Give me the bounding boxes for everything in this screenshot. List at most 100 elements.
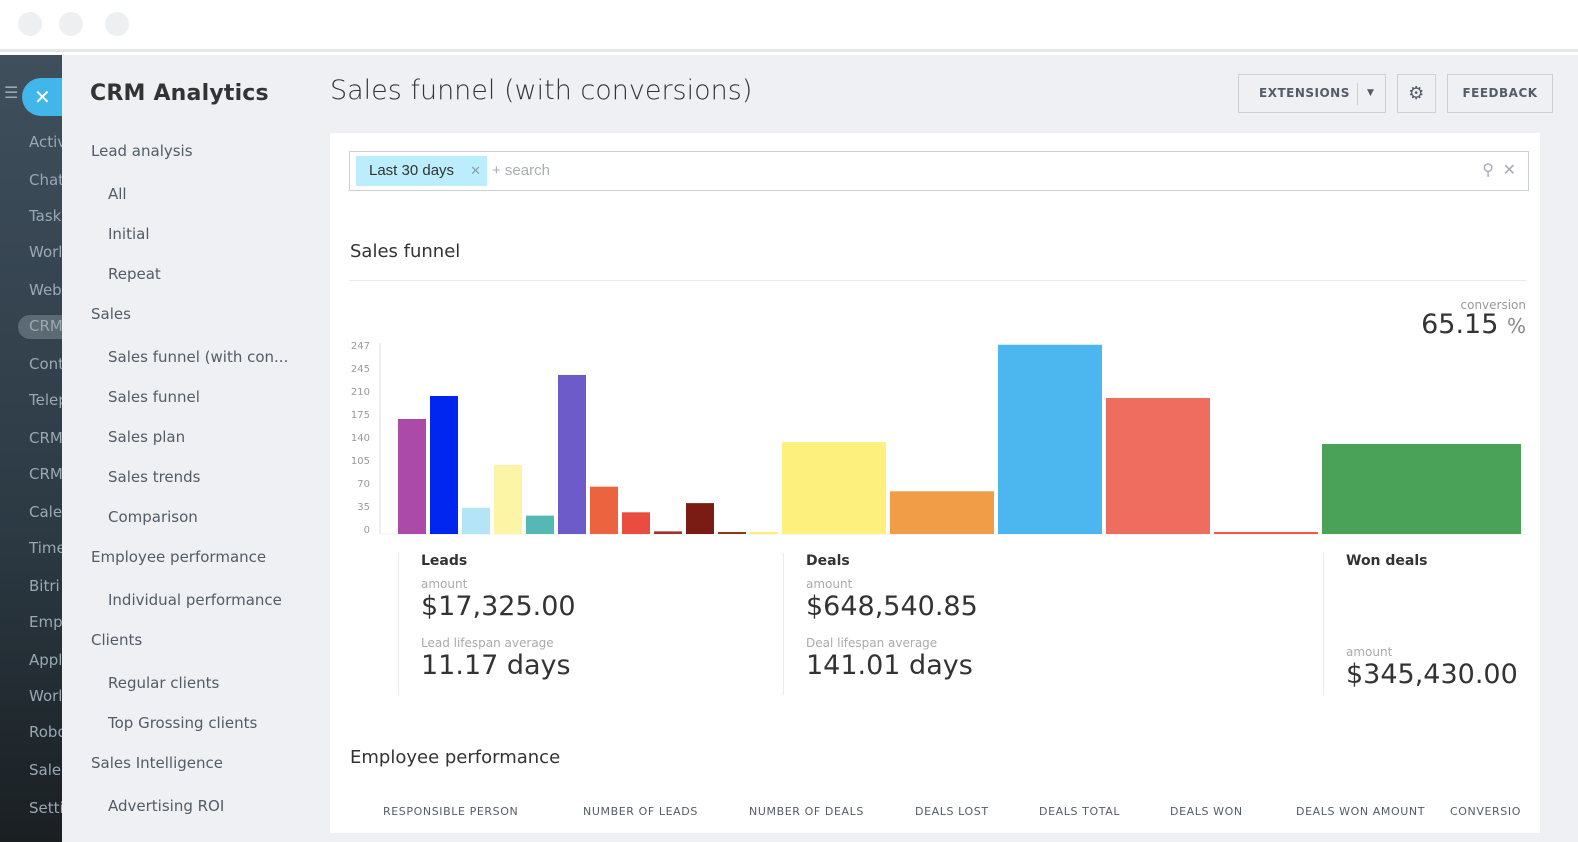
window-close-dot[interactable] [18, 12, 42, 36]
main-menu-item[interactable]: Telep [29, 391, 62, 409]
chevron-down-icon[interactable]: ▼ [1367, 75, 1374, 112]
funnel-bar[interactable] [1322, 443, 1521, 534]
column-header[interactable]: RESPONSIBLE PERSON [383, 805, 518, 818]
extensions-button[interactable]: EXTENSIONS ▼ [1238, 74, 1386, 113]
main-menu-item[interactable]: Web [29, 281, 62, 299]
main-menu-item[interactable]: Robo [29, 723, 62, 741]
y-tick-label: 175 [351, 410, 370, 421]
y-tick-label: 140 [351, 433, 370, 444]
leads-stat: Leads amount $17,325.00 Lead lifespan av… [398, 553, 576, 695]
funnel-bar[interactable] [622, 512, 650, 534]
column-header[interactable]: CONVERSIO [1450, 805, 1521, 818]
main-menu-item[interactable]: Setti [29, 799, 62, 817]
funnel-bar[interactable] [686, 503, 714, 534]
nav-group[interactable]: Lead analysis [91, 142, 193, 160]
column-header[interactable]: NUMBER OF DEALS [749, 805, 864, 818]
nav-subitem[interactable]: Comparison [108, 508, 198, 526]
feedback-button[interactable]: FEEDBACK [1447, 74, 1553, 113]
y-tick-label: 0 [364, 525, 370, 536]
nav-group[interactable]: Sales Intelligence [91, 754, 223, 772]
won-amount: $345,430.00 [1346, 659, 1518, 690]
main-content: Sales funnel (with conversions) EXTENSIO… [330, 55, 1578, 842]
main-menu-item[interactable]: Worl [29, 687, 62, 705]
nav-subitem[interactable]: Advertising ROI [108, 797, 224, 815]
funnel-bar[interactable] [890, 491, 994, 534]
funnel-bar[interactable] [494, 465, 522, 534]
leads-amount-label: amount [421, 577, 468, 591]
main-menu-item[interactable]: Cont [29, 355, 62, 373]
funnel-bar[interactable] [750, 532, 778, 534]
report-panel: Last 30 days ✕ + search ⚲ ✕ Sales funnel … [330, 133, 1540, 833]
main-menu-item[interactable]: Cale [29, 503, 62, 521]
funnel-bar[interactable] [654, 531, 682, 534]
deals-amount-label: amount [806, 577, 853, 591]
deals-amount: $648,540.85 [806, 591, 978, 622]
window-minimize-dot[interactable] [59, 12, 83, 36]
deals-stat: Deals amount $648,540.85 Deal lifespan a… [783, 553, 978, 695]
main-menu-item[interactable]: CRM [29, 465, 62, 483]
y-tick-label: 105 [351, 456, 370, 467]
funnel-bar[interactable] [558, 374, 586, 534]
column-header[interactable]: DEALS WON AMOUNT [1296, 805, 1425, 818]
window-maximize-dot[interactable] [105, 12, 129, 36]
nav-subitem[interactable]: Regular clients [108, 674, 219, 692]
funnel-bar[interactable] [1214, 532, 1318, 534]
won-deals-stat: Won deals amount $345,430.00 [1323, 553, 1518, 695]
funnel-bar[interactable] [526, 515, 554, 534]
nav-subitem[interactable]: All [108, 185, 127, 203]
funnel-bar[interactable] [1106, 397, 1210, 534]
nav-subitem[interactable]: Repeat [108, 265, 161, 283]
nav-subitem[interactable]: Sales trends [108, 468, 200, 486]
main-menu-item[interactable]: Bitri [29, 577, 60, 595]
column-header[interactable]: NUMBER OF LEADS [583, 805, 698, 818]
page-title: Sales funnel (with conversions) [330, 75, 753, 106]
nav-subitem[interactable]: Sales funnel [108, 388, 200, 406]
main-menu-sidebar: ☰ Activ Chat Task Worl Web CRM Cont Telep CRM CRM… [0, 55, 62, 842]
main-menu-item[interactable]: Worl [29, 243, 62, 261]
y-tick-label: 245 [351, 364, 370, 375]
main-menu-item[interactable]: Chat [29, 171, 62, 189]
nav-subitem[interactable]: Initial [108, 225, 150, 243]
funnel-bar[interactable] [718, 532, 746, 534]
y-tick-label: 35 [357, 502, 370, 513]
gear-icon[interactable]: ⚙ [1397, 74, 1436, 113]
main-menu-item[interactable]: CRM [29, 429, 62, 447]
employee-title: Employee performance [350, 747, 561, 768]
funnel-bar[interactable] [590, 486, 618, 534]
funnel-bar[interactable] [430, 396, 458, 534]
hamburger-icon[interactable]: ☰ [4, 83, 18, 102]
funnel-bar[interactable] [462, 507, 490, 534]
nav-group[interactable]: Clients [91, 631, 142, 649]
analytics-nav: CRM Analytics Lead analysis All Initial Rep… [62, 55, 330, 842]
main-menu-item[interactable]: CRM [29, 317, 62, 335]
funnel-bar[interactable] [998, 344, 1102, 534]
funnel-bar[interactable] [398, 419, 426, 534]
funnel-chart: 0 35 70 105 140 175 210 245 247 [351, 341, 1525, 536]
main-menu-item[interactable]: Sales [29, 761, 62, 779]
column-header[interactable]: DEALS TOTAL [1039, 805, 1120, 818]
extensions-label: EXTENSIONS [1259, 86, 1350, 100]
leads-amount: $17,325.00 [421, 591, 576, 622]
nav-subitem[interactable]: Sales plan [108, 428, 185, 446]
leads-lifespan: 11.17 days [421, 650, 571, 681]
y-tick-label: 70 [357, 479, 370, 490]
main-menu-item[interactable]: Task [29, 207, 61, 225]
column-header[interactable]: DEALS LOST [915, 805, 989, 818]
main-menu-item[interactable]: Emp [29, 613, 62, 631]
main-menu-item[interactable]: Appl [29, 651, 62, 669]
main-menu-item[interactable]: Activ [29, 133, 62, 151]
funnel-bar[interactable] [782, 442, 886, 534]
nav-subitem[interactable]: Sales funnel (with con... [108, 348, 288, 366]
nav-group[interactable]: Employee performance [91, 548, 266, 566]
nav-subitem[interactable]: Individual performance [108, 591, 282, 609]
main-menu-item[interactable]: Time [29, 539, 62, 557]
deals-lifespan: 141.01 days [806, 650, 973, 681]
nav-group[interactable]: Sales [91, 305, 131, 323]
y-tick-label: 210 [351, 387, 370, 398]
nav-subitem[interactable]: Top Grossing clients [108, 714, 257, 732]
nav-title: CRM Analytics [90, 81, 269, 106]
column-header[interactable]: DEALS WON [1170, 805, 1243, 818]
y-tick-label: 247 [351, 341, 370, 352]
deals-title: Deals [806, 553, 850, 569]
leads-title: Leads [421, 553, 468, 569]
